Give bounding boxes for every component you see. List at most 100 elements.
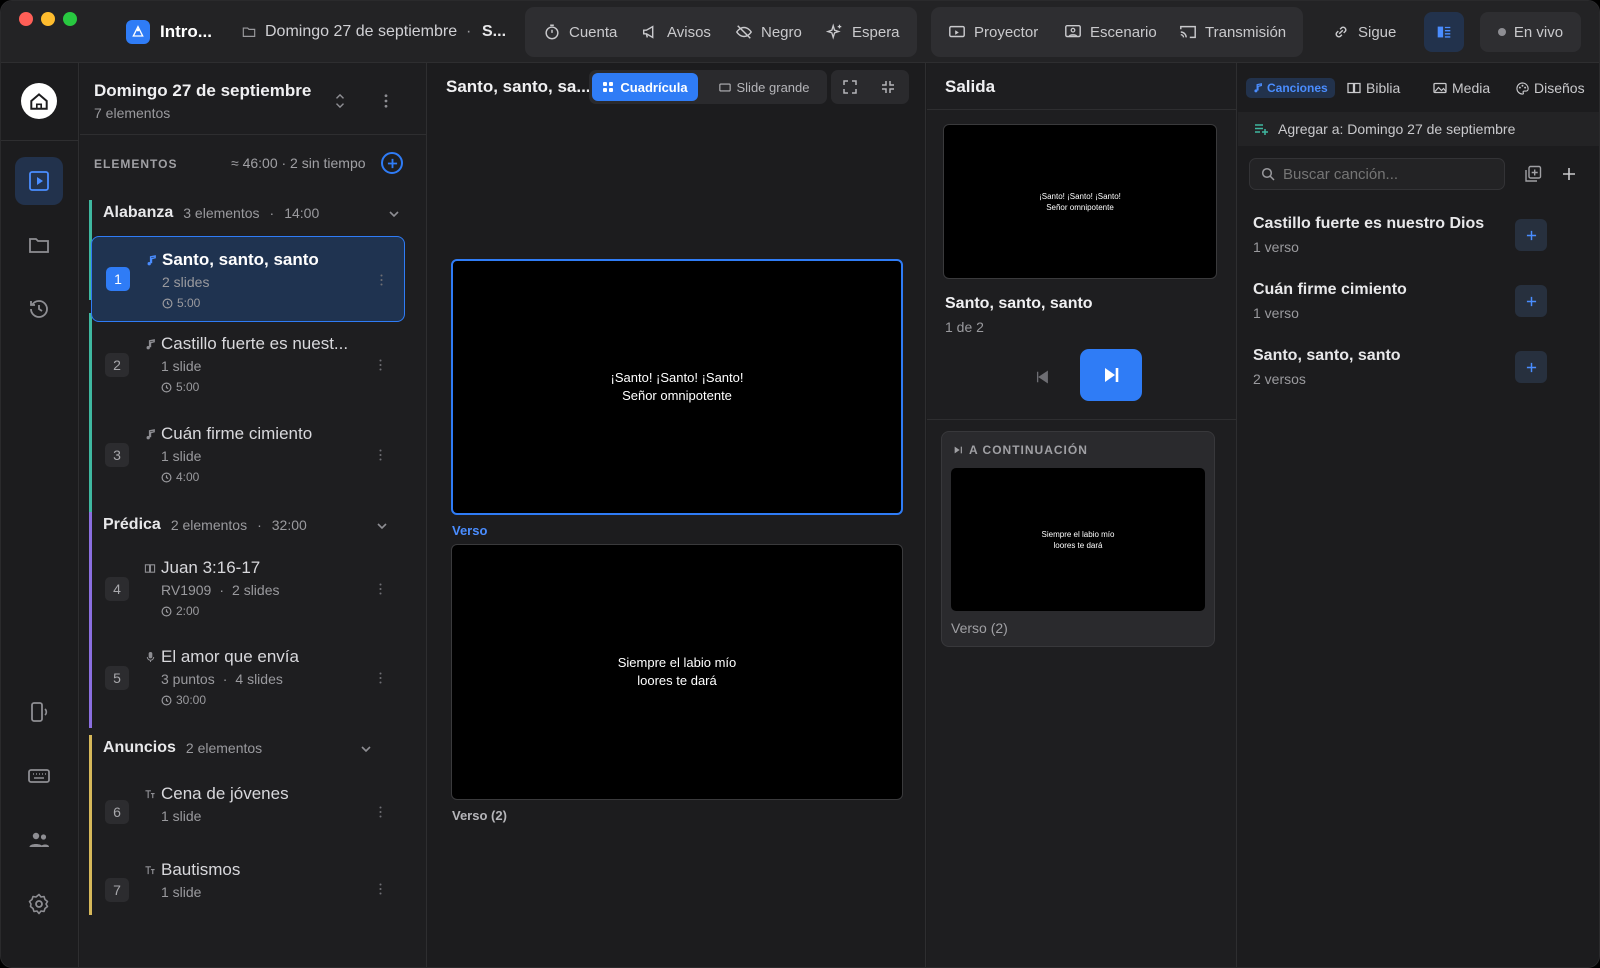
library-song-1[interactable]: Castillo fuerte es nuestro Dios 1 verso bbox=[1253, 215, 1588, 255]
item-version: RV1909 bbox=[161, 582, 212, 598]
music-note-icon bbox=[1253, 83, 1263, 93]
plus-icon bbox=[1526, 362, 1537, 373]
tab-canciones[interactable]: Canciones bbox=[1246, 78, 1335, 98]
live-button[interactable]: En vivo bbox=[1480, 12, 1581, 52]
tab-media[interactable]: Media bbox=[1433, 78, 1490, 98]
library-song-3[interactable]: Santo, santo, santo 2 versos bbox=[1253, 347, 1588, 387]
item-more-button[interactable] bbox=[373, 356, 387, 374]
item-more-button[interactable] bbox=[373, 880, 387, 898]
group-time: 32:00 bbox=[271, 517, 307, 533]
item-duration-value: 5:00 bbox=[176, 380, 200, 394]
espera-button[interactable]: Espera bbox=[826, 7, 900, 57]
group-header-predica[interactable]: Prédica 2 elementos · 32:00 bbox=[90, 516, 307, 534]
rail-history-button[interactable] bbox=[15, 285, 63, 333]
group-count: 2 elementos bbox=[185, 740, 263, 756]
service-count: 7 elementos bbox=[94, 105, 171, 121]
avisos-button[interactable]: Avisos bbox=[641, 7, 711, 57]
item-number: 4 bbox=[105, 577, 129, 601]
up-next-preview[interactable]: Siempre el labio mío loores te dará bbox=[951, 468, 1205, 611]
service-item-5[interactable]: 5 El amor que envía 3 puntos · 4 slides 30… bbox=[91, 641, 405, 727]
import-songs-button[interactable] bbox=[1522, 163, 1544, 185]
service-item-4[interactable]: 4 Juan 3:16-17 RV1909 · 2 slides 2:00 bbox=[91, 552, 405, 638]
more-vertical-icon bbox=[379, 274, 383, 286]
service-item-3[interactable]: 3 Cuán firme cimiento 1 slide 4:00 bbox=[91, 418, 405, 504]
add-element-button[interactable] bbox=[381, 152, 403, 174]
previous-slide-button[interactable] bbox=[1032, 367, 1052, 387]
tab-biblia[interactable]: Biblia bbox=[1347, 78, 1400, 98]
rail-remote-button[interactable] bbox=[15, 688, 63, 736]
service-summary: ≈ 46:00 · 2 sin tiempo bbox=[231, 155, 366, 171]
big-slide-button[interactable]: Slide grande bbox=[704, 73, 824, 101]
service-more-button[interactable] bbox=[378, 91, 394, 111]
plus-icon bbox=[1526, 296, 1537, 307]
group-header-anuncios[interactable]: Anuncios 2 elementos bbox=[90, 739, 262, 757]
negro-button[interactable]: Negro bbox=[735, 7, 802, 57]
up-next-card: A CONTINUACIÓN Siempre el labio mío loor… bbox=[941, 431, 1215, 647]
tab-disenos[interactable]: Diseños bbox=[1516, 78, 1585, 98]
layout-toggle-button[interactable] bbox=[1424, 12, 1464, 52]
gear-icon bbox=[27, 892, 51, 916]
rail-keyboard-button[interactable] bbox=[15, 752, 63, 800]
group-header-alabanza[interactable]: Alabanza 3 elementos · 14:00 bbox=[90, 204, 319, 222]
item-title: Bautismos bbox=[161, 860, 241, 879]
app-window: Intro... Domingo 27 de septiembre · S...… bbox=[0, 0, 1600, 968]
item-subtitle: 1 slide bbox=[161, 884, 202, 900]
escenario-button[interactable]: Escenario bbox=[1064, 7, 1157, 57]
item-more-button[interactable] bbox=[373, 803, 387, 821]
service-switcher-button[interactable] bbox=[330, 89, 350, 113]
service-divider bbox=[80, 134, 427, 135]
song-search-field[interactable] bbox=[1249, 158, 1505, 190]
rail-settings-button[interactable] bbox=[15, 880, 63, 928]
sigue-button[interactable]: Sigue bbox=[1332, 7, 1396, 57]
item-duration: 4:00 bbox=[161, 470, 199, 484]
item-subtitle-dot: · bbox=[222, 671, 228, 687]
item-duration-value: 4:00 bbox=[176, 470, 200, 484]
service-item-1[interactable]: 1 Santo, santo, santo 2 slides 5:00 bbox=[91, 236, 405, 322]
item-more-button[interactable] bbox=[373, 669, 387, 687]
rail-present-button[interactable] bbox=[15, 157, 63, 205]
minimize-window-button[interactable] bbox=[41, 12, 55, 26]
zoom-window-button[interactable] bbox=[63, 12, 77, 26]
library-song-2[interactable]: Cuán firme cimiento 1 verso bbox=[1253, 281, 1588, 321]
collapse-group-button[interactable] bbox=[387, 207, 401, 221]
slide-thumbnail-2[interactable]: Siempre el labio mío loores te dará bbox=[451, 544, 903, 800]
add-song-button[interactable] bbox=[1515, 285, 1547, 317]
rail-files-button[interactable] bbox=[15, 221, 63, 269]
home-button[interactable] bbox=[21, 83, 57, 119]
expand-button[interactable] bbox=[839, 76, 861, 98]
add-song-button[interactable] bbox=[1515, 219, 1547, 251]
service-item-2[interactable]: 2 Castillo fuerte es nuest... 1 slide 5:… bbox=[91, 328, 405, 414]
transmision-button[interactable]: Transmisión bbox=[1179, 7, 1286, 57]
item-subtitle: 1 slide bbox=[161, 808, 202, 824]
collapse-button[interactable] bbox=[877, 76, 899, 98]
service-item-6[interactable]: 6 Cena de jóvenes 1 slide bbox=[91, 775, 405, 845]
panels-icon bbox=[1435, 23, 1453, 41]
item-number: 7 bbox=[105, 878, 129, 902]
item-points: 3 puntos bbox=[161, 671, 215, 687]
new-song-button[interactable] bbox=[1559, 164, 1579, 184]
service-breadcrumb[interactable]: Domingo 27 de septiembre bbox=[265, 1, 457, 63]
up-next-caption: Verso (2) bbox=[951, 620, 1008, 636]
song-search-input[interactable] bbox=[1283, 165, 1483, 183]
clock-icon bbox=[161, 382, 172, 393]
proyector-button[interactable]: Proyector bbox=[948, 7, 1038, 57]
slide-thumbnail-1[interactable]: ¡Santo! ¡Santo! ¡Santo! Señor omnipotent… bbox=[451, 259, 903, 515]
service-item-7[interactable]: 7 Bautismos 1 slide bbox=[91, 851, 405, 921]
add-to-service-bar[interactable]: Agregar a: Domingo 27 de septiembre bbox=[1238, 112, 1599, 146]
item-more-button[interactable] bbox=[373, 580, 387, 598]
item-breadcrumb[interactable]: S... bbox=[482, 1, 506, 63]
add-song-button[interactable] bbox=[1515, 351, 1547, 383]
close-window-button[interactable] bbox=[19, 12, 33, 26]
slides-title: Santo, santo, sa... bbox=[446, 77, 591, 96]
collapse-group-button[interactable] bbox=[359, 742, 373, 756]
live-output-preview: ¡Santo! ¡Santo! ¡Santo! Señor omnipotent… bbox=[943, 124, 1217, 279]
item-more-button[interactable] bbox=[374, 271, 388, 289]
grid-view-button[interactable]: Cuadrícula bbox=[592, 73, 698, 101]
collapse-group-button[interactable] bbox=[375, 519, 389, 533]
next-slide-button[interactable] bbox=[1080, 349, 1142, 401]
output-panel: Salida ¡Santo! ¡Santo! ¡Santo! Señor omn… bbox=[927, 63, 1237, 967]
rail-people-button[interactable] bbox=[15, 816, 63, 864]
cuenta-button[interactable]: Cuenta bbox=[543, 7, 617, 57]
group-count: 2 elementos bbox=[170, 517, 248, 533]
item-more-button[interactable] bbox=[373, 446, 387, 464]
